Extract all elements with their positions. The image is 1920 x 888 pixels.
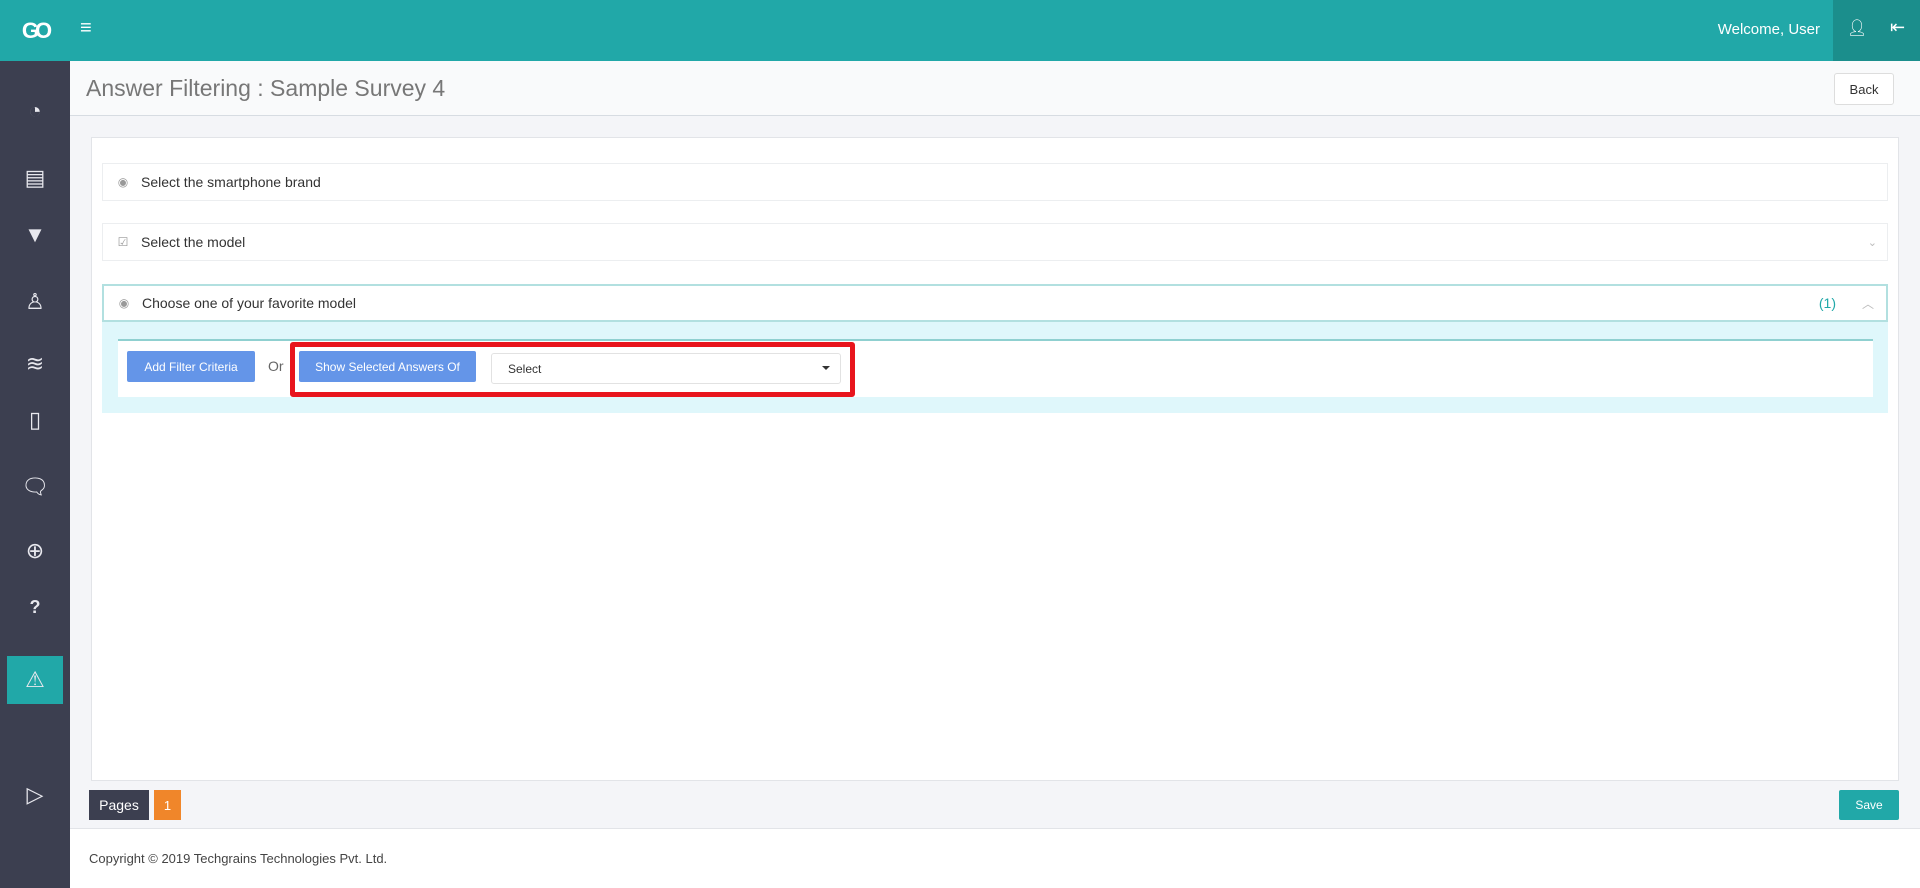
- filter-icon[interactable]: ▼: [0, 220, 70, 250]
- logo[interactable]: GO: [0, 0, 70, 61]
- tablet-icon[interactable]: ▯: [0, 405, 70, 435]
- or-label: Or: [268, 358, 284, 374]
- radio-icon: ◉: [117, 175, 129, 189]
- welcome-text: Welcome, User: [1717, 21, 1820, 38]
- play-store-icon[interactable]: ▷: [0, 780, 70, 810]
- copyright: Copyright © 2019 Techgrains Technologies…: [89, 851, 388, 866]
- question-text: Select the smartphone brand: [141, 174, 321, 190]
- help-icon[interactable]: ?: [0, 592, 70, 622]
- question-row[interactable]: ◉ Select the smartphone brand: [102, 163, 1888, 201]
- top-header: [0, 0, 1920, 61]
- caret-down-icon: [822, 366, 830, 370]
- chevron-up-icon[interactable]: ︿: [1862, 295, 1874, 312]
- chevron-down-icon[interactable]: ⌄: [1868, 236, 1877, 249]
- show-selected-answers-button[interactable]: Show Selected Answers Of: [299, 351, 476, 382]
- user-profile-icon[interactable]: 👤︎: [1847, 18, 1867, 38]
- dashboard-icon[interactable]: ◔: [0, 96, 70, 126]
- hamburger-menu-icon[interactable]: ≡: [80, 17, 92, 40]
- support-icon[interactable]: ⊕: [0, 536, 70, 566]
- logout-icon[interactable]: ⇤: [1890, 17, 1905, 38]
- layers-icon[interactable]: ≋: [0, 349, 70, 379]
- checkbox-icon: ☑: [117, 235, 129, 249]
- filter-count: (1): [1818, 295, 1836, 311]
- book-icon[interactable]: ▤: [0, 163, 70, 193]
- select-value: Select: [508, 361, 542, 376]
- question-row[interactable]: ◉ Choose one of your favorite model (1) …: [102, 284, 1888, 322]
- page-title: Answer Filtering : Sample Survey 4: [86, 75, 446, 101]
- warning-icon[interactable]: ⚠: [0, 665, 70, 695]
- question-text: Select the model: [141, 234, 246, 250]
- page-1-button[interactable]: 1: [154, 790, 181, 820]
- back-button[interactable]: Back: [1834, 73, 1894, 105]
- answer-select-dropdown[interactable]: Select: [491, 353, 841, 384]
- user-icon[interactable]: ♙: [0, 287, 70, 317]
- question-text: Choose one of your favorite model: [142, 295, 357, 311]
- add-filter-criteria-button[interactable]: Add Filter Criteria: [127, 351, 255, 382]
- chat-icon[interactable]: 🗨: [0, 472, 70, 502]
- question-row[interactable]: ☑ Select the model ⌄: [102, 223, 1888, 261]
- radio-icon: ◉: [118, 296, 130, 310]
- save-button[interactable]: Save: [1839, 790, 1899, 820]
- pages-label: Pages: [89, 790, 149, 820]
